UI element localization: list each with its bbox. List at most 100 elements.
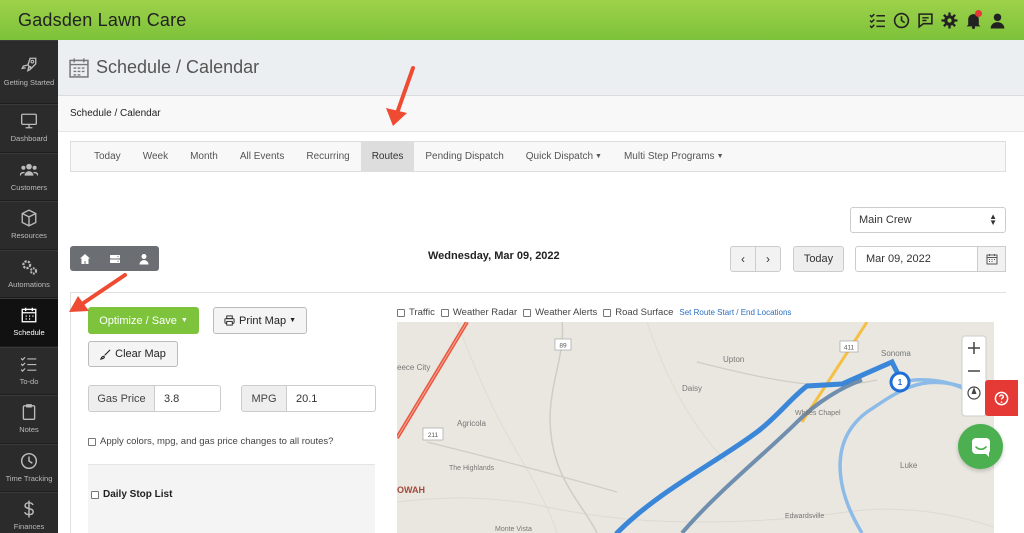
prev-day-button[interactable]: ‹ xyxy=(730,246,756,272)
gear-icon[interactable] xyxy=(940,10,958,30)
caret-down-icon: ▼ xyxy=(289,317,296,324)
gas-price-input[interactable]: 3.8 xyxy=(155,385,221,412)
sidebar-item-label: Finances xyxy=(13,522,45,532)
sidebar-item-dashboard[interactable]: Dashboard xyxy=(0,104,58,153)
users-icon xyxy=(20,163,38,176)
tab-pending-dispatch[interactable]: Pending Dispatch xyxy=(414,142,514,171)
sidebar-item-todo[interactable]: To-do xyxy=(0,346,58,395)
sidebar-item-getting-started[interactable]: Getting Started xyxy=(0,40,58,104)
weather-radar-label: Weather Radar xyxy=(452,307,518,318)
weather-alerts-checkbox[interactable] xyxy=(523,308,532,317)
luke-label: Luke xyxy=(900,461,918,470)
daily-stop-list-checkbox[interactable] xyxy=(91,490,99,499)
question-circle-icon xyxy=(994,391,1009,405)
clear-map-button[interactable]: Clear Map xyxy=(88,341,178,367)
tab-week[interactable]: Week xyxy=(132,142,179,171)
caret-down-icon: ▼ xyxy=(180,317,188,324)
sidebar-item-label: Time Tracking xyxy=(5,473,53,483)
sidebar-item-schedule[interactable]: Schedule xyxy=(0,298,58,347)
help-button[interactable] xyxy=(985,380,1018,416)
clock-icon xyxy=(20,452,38,469)
sidebar-item-automations[interactable]: Automations xyxy=(0,249,58,298)
upton-label: Upton xyxy=(723,355,744,364)
monte-vista-label: Monte Vista xyxy=(495,526,532,533)
crew-select[interactable]: Main Crew ▲ ▼ xyxy=(850,207,1006,233)
weather-radar-checkbox[interactable] xyxy=(440,308,449,317)
user-view-button[interactable] xyxy=(129,246,159,271)
printer-icon xyxy=(224,315,235,326)
tab-all-events[interactable]: All Events xyxy=(229,142,295,171)
user-icon[interactable] xyxy=(988,10,1006,30)
sonoma-label: Sonoma xyxy=(881,349,911,358)
calendar-picker-button[interactable] xyxy=(978,246,1006,272)
set-route-start-end-link[interactable]: Set Route Start / End Locations xyxy=(679,308,791,317)
clipboard-icon xyxy=(22,404,36,421)
sidebar-item-label: Notes xyxy=(19,425,39,435)
mpg-label: MPG xyxy=(241,385,287,412)
bell-icon[interactable] xyxy=(964,10,982,30)
top-bar: Gadsden Lawn Care xyxy=(0,0,1024,40)
sidebar-item-label: Schedule xyxy=(13,328,45,338)
road-411-label: 411 xyxy=(844,345,855,352)
map-canvas[interactable]: 89 411 211 Sonoma Upton eece City Daisy … xyxy=(397,322,994,533)
user-icon xyxy=(139,253,149,264)
top-icons xyxy=(868,10,1006,30)
main-content: Schedule / Calendar Schedule / Calendar … xyxy=(58,40,1024,533)
route-map[interactable]: 89 411 211 Sonoma Upton eece City Daisy … xyxy=(397,322,994,533)
schedule-tabs: Today Week Month All Events Recurring Ro… xyxy=(70,141,1006,172)
tab-month[interactable]: Month xyxy=(179,142,229,171)
caret-down-icon: ▼ xyxy=(716,153,724,160)
apply-all-routes-option: Apply colors, mpg, and gas price changes… xyxy=(88,436,333,447)
tab-quick-dispatch[interactable]: Quick Dispatch ▼ xyxy=(515,142,613,171)
next-day-button[interactable]: › xyxy=(755,246,781,272)
list-icon xyxy=(20,356,37,372)
sidebar-item-customers[interactable]: Customers xyxy=(0,152,58,201)
breadcrumb-item[interactable]: Schedule / Calendar xyxy=(70,108,161,119)
chat-bubble-icon xyxy=(971,437,990,457)
clock-icon[interactable] xyxy=(892,10,910,30)
caret-down-icon: ▼ xyxy=(595,153,602,160)
rocket-icon xyxy=(21,57,37,72)
calendar-icon xyxy=(21,307,37,323)
road-surface-label: Road Surface xyxy=(615,307,674,318)
map-options: Traffic Weather Radar Weather Alerts Roa… xyxy=(397,307,797,318)
chevron-right-icon: › xyxy=(766,252,770,266)
traffic-checkbox[interactable] xyxy=(397,308,405,317)
the-highlands-label: The Highlands xyxy=(449,465,495,472)
tab-recurring[interactable]: Recurring xyxy=(295,142,360,171)
home-view-button[interactable] xyxy=(70,246,100,271)
crew-select-value: Main Crew xyxy=(859,214,912,226)
box-icon xyxy=(21,209,37,227)
selected-date-heading: Wednesday, Mar 09, 2022 xyxy=(428,250,560,262)
sidebar-item-finances[interactable]: Finances xyxy=(0,492,58,533)
road-surface-checkbox[interactable] xyxy=(603,308,612,317)
reece-city-label: eece City xyxy=(397,363,430,372)
sidebar-item-label: Customers xyxy=(10,182,48,192)
app-title[interactable]: Gadsden Lawn Care xyxy=(18,10,187,31)
page-header: Schedule / Calendar xyxy=(58,40,1024,96)
mpg-input[interactable]: 20.1 xyxy=(287,385,376,412)
sidebar-item-time-tracking[interactable]: Time Tracking xyxy=(0,443,58,492)
sidebar-item-label: Dashboard xyxy=(10,134,48,144)
sidebar-item-resources[interactable]: Resources xyxy=(0,201,58,250)
road-89-label: 89 xyxy=(559,343,567,350)
optimize-save-button[interactable]: Optimize / Save ▼ xyxy=(88,307,199,334)
chat-widget-button[interactable] xyxy=(958,424,1003,469)
checklist-icon[interactable] xyxy=(868,10,886,30)
route-stop-marker[interactable]: 1 xyxy=(889,371,911,393)
sidebar-item-notes[interactable]: Notes xyxy=(0,395,58,444)
tab-routes[interactable]: Routes xyxy=(360,142,415,171)
server-view-button[interactable] xyxy=(100,246,130,271)
print-map-button[interactable]: Print Map ▼ xyxy=(213,307,307,334)
page-title: Schedule / Calendar xyxy=(96,57,260,77)
chat-icon[interactable] xyxy=(916,10,934,30)
view-toggle-group xyxy=(70,246,159,271)
notification-dot xyxy=(975,10,982,17)
today-button[interactable]: Today xyxy=(793,246,844,272)
tab-multi-step-programs[interactable]: Multi Step Programs ▼ xyxy=(613,142,735,171)
tab-today[interactable]: Today xyxy=(83,142,132,171)
apply-all-routes-checkbox[interactable] xyxy=(88,437,96,446)
date-field[interactable]: Mar 09, 2022 xyxy=(855,246,978,272)
select-arrows-icon: ▲ ▼ xyxy=(989,212,997,227)
brush-icon xyxy=(100,349,111,360)
